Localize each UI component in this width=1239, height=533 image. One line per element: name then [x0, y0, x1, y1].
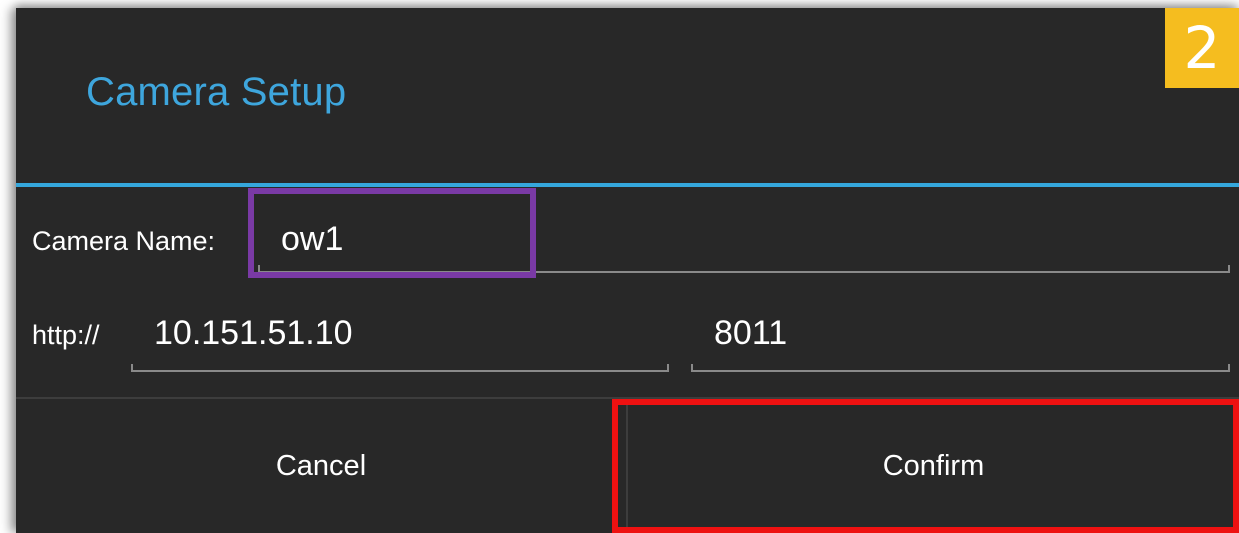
cancel-button[interactable]: Cancel [16, 399, 626, 533]
dialog-title: Camera Setup [86, 70, 347, 114]
camera-name-highlight-box [248, 188, 536, 278]
step-number-badge: 2 [1165, 8, 1239, 88]
title-divider [16, 183, 1239, 187]
host-address-input-underline [131, 364, 669, 372]
port-input-underline [691, 364, 1230, 372]
confirm-highlight-box [612, 399, 1239, 533]
camera-setup-dialog: Camera Setup 2 Camera Name: ow1 http:// … [16, 8, 1239, 533]
protocol-label: http:// [32, 320, 100, 350]
host-address-input[interactable]: 10.151.51.10 [154, 314, 353, 353]
camera-name-label: Camera Name: [32, 226, 216, 256]
port-input[interactable]: 8011 [714, 314, 787, 353]
cancel-button-label: Cancel [275, 449, 367, 482]
